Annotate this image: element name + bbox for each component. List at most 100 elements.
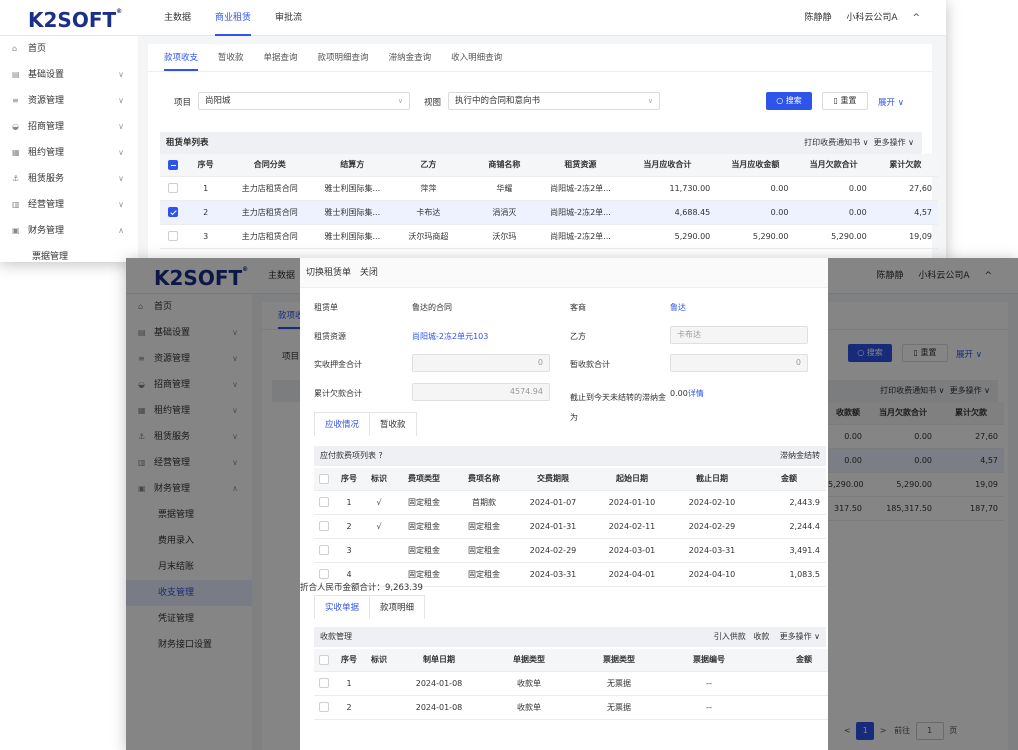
- select-all-checkbox[interactable]: [168, 159, 179, 170]
- table-row[interactable]: 3 主力店租赁合同 雅士利国际集... 沃尔玛商超 沃尔玛 尚阳城-2冻2单... 5,29…: [160, 224, 938, 249]
- resource-link[interactable]: 尚阳城-2冻2单元103: [412, 331, 488, 342]
- tab-item-detail[interactable]: 款项明细: [369, 595, 426, 619]
- help-icon[interactable]: ?: [379, 451, 383, 460]
- row-select-cell[interactable]: [160, 200, 187, 225]
- collection-more-button[interactable]: 更多操作 ∨: [780, 632, 820, 641]
- collect-button[interactable]: 收款: [753, 632, 769, 641]
- more-actions-button[interactable]: 更多操作 ∨: [874, 138, 914, 147]
- sidebar-item-1[interactable]: ▤ 基础设置 ∨: [0, 62, 138, 88]
- tab-5[interactable]: 收入明细查询: [441, 44, 512, 71]
- late-fee-value: 0.00详情: [670, 389, 704, 398]
- row-checkbox[interactable]: [319, 545, 329, 555]
- chevron-up-icon[interactable]: ^: [912, 13, 920, 23]
- user-name[interactable]: 陈静静: [805, 13, 832, 23]
- row-checkbox[interactable]: [168, 183, 179, 193]
- nav-item-commercial-lease[interactable]: 商业租赁: [203, 0, 263, 36]
- row-select-cell[interactable]: [314, 538, 334, 563]
- tab-receivable[interactable]: 应收情况: [314, 412, 371, 436]
- sidebar-item-3[interactable]: ◒ 招商管理 ∨: [0, 114, 138, 140]
- row-checkbox[interactable]: [168, 231, 179, 241]
- table-row[interactable]: 3 固定租金 固定租金 2024-02-29 2024-03-01 2024-03-31 3…: [314, 538, 826, 563]
- row-checkbox[interactable]: [319, 497, 329, 507]
- table-cell: [754, 671, 828, 696]
- row-select-cell[interactable]: [314, 514, 334, 539]
- nav-item-master-data[interactable]: 主数据: [152, 0, 203, 36]
- switch-lease-modal: 切换租赁单 关闭 租赁单 鲁达的合同 客商 鲁达 租赁资源 尚阳城-2冻2单元1…: [300, 258, 828, 750]
- finance-icon: ▣: [12, 226, 20, 235]
- tab-3[interactable]: 款项明细查询: [308, 44, 379, 71]
- table-cell: 0.00: [716, 176, 795, 201]
- receivable-tabs: 应收情况 暂收款: [314, 412, 417, 436]
- row-select-cell[interactable]: [314, 490, 334, 515]
- table-cell: 萍萍: [390, 176, 467, 201]
- tab-2[interactable]: 单据查询: [254, 44, 308, 71]
- view-select[interactable]: 执行中的合同和意向书 ∨: [448, 92, 660, 110]
- table-cell: --: [664, 695, 754, 720]
- select-all-checkbox[interactable]: [319, 654, 329, 665]
- customer-link[interactable]: 鲁达: [670, 302, 686, 313]
- sidebar-subitem-0[interactable]: 票据管理: [0, 244, 138, 262]
- import-payment-button[interactable]: 引入供款: [714, 632, 746, 641]
- table-cell: [364, 695, 394, 720]
- arrears-field[interactable]: 4574.94: [412, 383, 550, 401]
- select-all-cell[interactable]: [160, 154, 187, 177]
- deposit-field[interactable]: 0: [412, 354, 550, 372]
- table-row[interactable]: 1 主力店租赁合同 雅士利国际集... 萍萍 华耀 尚阳城-2冻2单... 11,730.0…: [160, 176, 938, 201]
- tab-1[interactable]: 暂收款: [208, 44, 254, 71]
- table-row[interactable]: 2 主力店租赁合同 雅士利国际集... 卡布达 涓涓灭 尚阳城-2冻2单... 4,688.…: [160, 200, 938, 225]
- sidebar-item-4[interactable]: ▦ 租约管理 ∨: [0, 140, 138, 166]
- expand-link[interactable]: 展开 ∨: [878, 96, 904, 108]
- column-header: 租赁资源: [542, 154, 619, 177]
- table-cell: 2024-01-10: [592, 490, 672, 515]
- row-select-cell[interactable]: [160, 176, 187, 201]
- partyb-field[interactable]: 卡布达: [670, 326, 808, 344]
- sidebar-item-5[interactable]: ⚓ 租赁服务 ∨: [0, 166, 138, 192]
- row-checkbox[interactable]: [319, 678, 329, 688]
- print-notice-button[interactable]: 打印收费通知书 ∨: [804, 138, 868, 147]
- chevron-icon: ∨: [118, 174, 124, 183]
- row-checkbox[interactable]: [168, 207, 179, 217]
- company-switcher[interactable]: 小科云公司A: [846, 13, 897, 23]
- sidebar-item-2[interactable]: ≡ 资源管理 ∨: [0, 88, 138, 114]
- resource-label: 租赁资源: [314, 332, 346, 341]
- late-fee-transfer-button[interactable]: 滞纳金结转: [780, 446, 820, 466]
- table-row[interactable]: 1 2024-01-08 收款单 无票据 --: [314, 671, 828, 696]
- select-all-cell[interactable]: [314, 649, 334, 672]
- select-all-checkbox[interactable]: [319, 473, 329, 484]
- sidebar-item-0[interactable]: ⌂ 首页: [0, 36, 138, 62]
- project-select[interactable]: 尚阳城 ∨: [198, 92, 410, 110]
- late-fee-detail-link[interactable]: 详情: [688, 389, 704, 398]
- row-checkbox[interactable]: [319, 521, 329, 531]
- row-select-cell[interactable]: [314, 695, 334, 720]
- user-area: 陈静静 小科云公司A ^: [793, 0, 920, 36]
- row-checkbox[interactable]: [319, 569, 329, 579]
- column-header: 标识: [364, 468, 394, 491]
- tab-receipt-docs[interactable]: 实收单据: [314, 595, 371, 619]
- search-button[interactable]: ○ 搜索: [766, 92, 812, 110]
- table-header-row: 序号 标识 费项类型 费项名称 交费期限 起始日期 截止日期 金额: [314, 468, 826, 491]
- table-cell: 1: [334, 671, 364, 696]
- sidebar-item-label: 租约管理: [28, 148, 65, 158]
- row-select-cell[interactable]: [314, 671, 334, 696]
- temp-receipt-field[interactable]: 0: [670, 354, 808, 372]
- row-checkbox[interactable]: [319, 702, 329, 712]
- row-select-cell[interactable]: [160, 224, 187, 249]
- modal-close-button[interactable]: 关闭: [360, 268, 378, 278]
- column-header: 交费期限: [514, 468, 592, 491]
- column-header: 起始日期: [592, 468, 672, 491]
- sidebar-item-6[interactable]: ▥ 经营管理 ∨: [0, 192, 138, 218]
- reset-button[interactable]: ▯ 重置: [822, 92, 868, 110]
- sidebar-item-7[interactable]: ▣ 财务管理 ∧: [0, 218, 138, 244]
- column-header: 序号: [334, 468, 364, 491]
- nav-item-approval[interactable]: 审批流: [263, 0, 314, 36]
- lease-list-header: 租赁单列表 打印收费通知书 ∨ 更多操作 ∨: [160, 132, 922, 154]
- check-mark-icon: √: [364, 514, 394, 539]
- tab-4[interactable]: 滞纳金查询: [379, 44, 442, 71]
- table-row[interactable]: 2 √ 固定租金 固定租金 2024-01-31 2024-02-11 2024-02-29…: [314, 514, 826, 539]
- table-row[interactable]: 1 √ 固定租金 首期款 2024-01-07 2024-01-10 2024-02-10 2…: [314, 490, 826, 515]
- table-row[interactable]: 2 2024-01-08 收款单 无票据 --: [314, 695, 828, 720]
- select-all-cell[interactable]: [314, 468, 334, 491]
- table-cell: 2024-01-07: [514, 490, 592, 515]
- tab-0[interactable]: 款项收支: [154, 44, 208, 71]
- tab-temp-receipt[interactable]: 暂收款: [369, 412, 417, 436]
